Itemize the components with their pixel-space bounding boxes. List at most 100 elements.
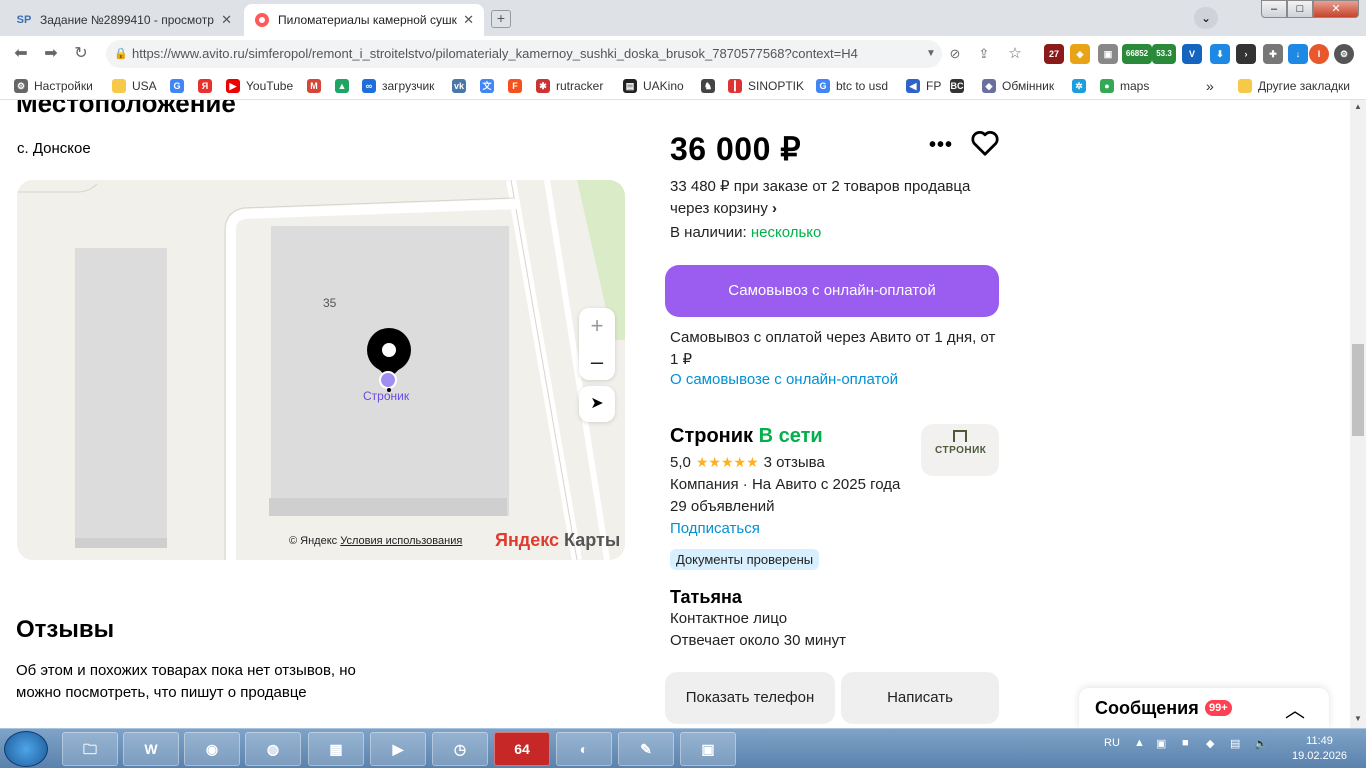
show-phone-button[interactable]: Показать телефон — [665, 672, 835, 724]
extensions-puzzle-icon[interactable]: ✚ — [1263, 44, 1283, 64]
map-terms-link[interactable]: Условия использования — [340, 535, 462, 547]
tab-search-button[interactable]: ⌄ — [1194, 7, 1218, 29]
bookmark-drive[interactable]: ▲ — [335, 78, 355, 94]
yandex-maps-logo[interactable]: Яндекс Карты — [495, 530, 620, 551]
scroll-down-icon[interactable]: ▼ — [1354, 714, 1362, 723]
seller-ads-count[interactable]: 29 объявлений — [670, 498, 775, 515]
terminal-extension-icon[interactable]: › — [1236, 44, 1256, 64]
volume-icon[interactable]: 🔈 — [1254, 737, 1268, 750]
extension-counter-icon[interactable]: 27 — [1044, 44, 1064, 64]
bookmark-loader[interactable]: ∞ загрузчик — [362, 78, 434, 94]
bookmark-fp[interactable]: ◀ FP — [906, 78, 941, 94]
close-tab-icon[interactable]: ✕ — [221, 12, 232, 28]
zoom-out-icon[interactable]: – — [579, 344, 615, 380]
drive-icon: ▲ — [335, 79, 349, 93]
forward-icon[interactable]: ➡ — [40, 43, 62, 65]
menu-gear-icon[interactable]: ⚙ — [1334, 44, 1354, 64]
address-bar[interactable]: 🔒 https://www.avito.ru/simferopol/remont… — [106, 40, 942, 68]
bookmark-rutracker[interactable]: ✱ rutracker — [536, 78, 603, 94]
download-extension-icon[interactable]: ⬇ — [1210, 44, 1230, 64]
tray-shield-icon[interactable]: ◆ — [1206, 737, 1214, 750]
notepad-taskbar-icon[interactable]: ✎ — [618, 732, 674, 766]
bookmark-uakino[interactable]: ▤ UAKino — [623, 78, 684, 94]
tray-green-icon[interactable]: ■ — [1182, 737, 1189, 749]
scroll-up-icon[interactable]: ▲ — [1354, 102, 1362, 111]
map-pin-icon[interactable] — [367, 328, 411, 372]
new-tab-button[interactable]: + — [491, 10, 511, 28]
share-icon[interactable]: ⇪ — [973, 43, 995, 65]
aida64-taskbar-icon[interactable]: 64 — [494, 732, 550, 766]
bookmark-sinoptik[interactable]: ┃ SINOPTIK — [728, 78, 804, 94]
more-options-icon[interactable]: ••• — [929, 134, 953, 157]
network-icon[interactable]: ▤ — [1230, 737, 1240, 750]
dropdown-icon[interactable]: ▼ — [920, 43, 942, 65]
tray-arrow-icon[interactable]: ▲ — [1134, 737, 1145, 749]
more-bookmarks-button[interactable]: » — [1206, 78, 1214, 94]
bookmark-vk[interactable]: vk — [452, 78, 472, 94]
bookmark-usa[interactable]: USA — [112, 78, 157, 94]
pickup-info-link[interactable]: О самовывозе с онлайн-оплатой — [670, 371, 898, 388]
profile-avatar-icon[interactable]: I — [1309, 44, 1329, 64]
seller-name[interactable]: Строник В сети — [670, 425, 823, 448]
messages-widget[interactable]: Сообщения 99+ ︿ — [1079, 688, 1329, 728]
discount-info[interactable]: 33 480 ₽ при заказе от 2 товаров продавц… — [670, 176, 1000, 220]
zoom-in-icon[interactable]: + — [579, 308, 615, 344]
btc-extension-icon[interactable]: 66852 — [1122, 44, 1152, 64]
close-window-button[interactable]: ✕ — [1313, 0, 1359, 18]
seller-rating[interactable]: 5,0 ★★★★★ 3 отзыва — [670, 454, 825, 471]
clock-app-taskbar-icon[interactable]: ◷ — [432, 732, 488, 766]
bookmark-youtube[interactable]: ▶ YouTube — [226, 78, 293, 94]
security-taskbar-icon[interactable]: W — [123, 732, 179, 766]
clock[interactable]: 11:49 19.02.2026 — [1292, 734, 1347, 764]
media-taskbar-icon[interactable]: ▶ — [370, 732, 426, 766]
vertical-scrollbar[interactable]: ▲ ▼ — [1350, 100, 1366, 728]
bookmark-btc-usd[interactable]: Gbtc to usd — [816, 78, 888, 94]
bookmark-exchange[interactable]: ◆ Обмінник — [982, 78, 1054, 94]
bookmark-gmail[interactable]: M — [307, 78, 327, 94]
bookmark-yandex[interactable]: Я — [198, 78, 218, 94]
bookmark-chess[interactable]: ♞ — [701, 78, 721, 94]
language-indicator[interactable]: RU — [1104, 737, 1120, 749]
shield-extension-icon[interactable]: ◈ — [1070, 44, 1090, 64]
bookmark-f[interactable]: F — [508, 78, 528, 94]
bookmark-kyivstar[interactable]: ✲ — [1072, 78, 1092, 94]
star-bookmark-icon[interactable]: ☆ — [1004, 43, 1026, 65]
pin-label[interactable]: Строник — [363, 389, 409, 403]
close-tab-icon[interactable]: ✕ — [463, 12, 474, 28]
chevron-up-icon[interactable]: ︿ — [1285, 694, 1305, 723]
downloads-icon[interactable]: ↓ — [1288, 44, 1308, 64]
tab-avito[interactable]: Пиломатериалы камерной сушк ✕ — [244, 4, 484, 36]
chart-app-taskbar-icon[interactable]: ◐ — [556, 732, 612, 766]
yandex-map[interactable]: 35 Строник + – ➤ © Яндекс Условия исполь… — [17, 180, 625, 560]
app-taskbar-icon[interactable]: ▦ — [308, 732, 364, 766]
tray-app-icon[interactable]: ▣ — [1156, 737, 1166, 750]
scrollbar-thumb[interactable] — [1352, 344, 1364, 436]
v-extension-icon[interactable]: V — [1182, 44, 1202, 64]
pickup-online-pay-button[interactable]: Самовывоз с онлайн-оплатой — [665, 265, 999, 317]
bookmark-google[interactable]: G — [170, 78, 190, 94]
maximize-button[interactable]: □ — [1287, 0, 1313, 18]
subscribe-link[interactable]: Подписаться — [670, 520, 760, 537]
bag-extension-icon[interactable]: ▣ — [1098, 44, 1118, 64]
monitor-taskbar-icon[interactable]: ▣ — [680, 732, 736, 766]
ltc-extension-icon[interactable]: 53.3 — [1152, 44, 1176, 64]
bookmark-bc[interactable]: BC — [950, 78, 970, 94]
chrome-taskbar-icon[interactable]: ◉ — [184, 732, 240, 766]
seller-logo[interactable]: СТРОНИК — [921, 424, 999, 476]
yandex-icon: Я — [198, 79, 212, 93]
start-button[interactable] — [4, 731, 48, 767]
back-icon[interactable]: ⬅ — [10, 43, 32, 65]
explorer-taskbar-icon[interactable]: 🗀 — [62, 732, 118, 766]
globe-taskbar-icon[interactable]: ◍ — [245, 732, 301, 766]
favorite-heart-icon[interactable] — [970, 128, 1000, 158]
block-icon[interactable]: ⊘ — [944, 43, 966, 65]
bookmark-maps[interactable]: ● maps — [1100, 78, 1149, 94]
reload-icon[interactable]: ↻ — [70, 43, 92, 65]
write-message-button[interactable]: Написать — [841, 672, 999, 724]
bookmark-settings[interactable]: ⚙ Настройки — [14, 78, 93, 94]
bookmark-other[interactable]: Другие закладки — [1238, 78, 1350, 94]
bookmark-translate[interactable]: 文 — [480, 78, 500, 94]
minimize-button[interactable]: – — [1261, 0, 1287, 18]
tab-zadanie[interactable]: SP Задание №2899410 - просмотр з ✕ — [6, 4, 242, 36]
geolocation-icon[interactable]: ➤ — [579, 386, 615, 422]
